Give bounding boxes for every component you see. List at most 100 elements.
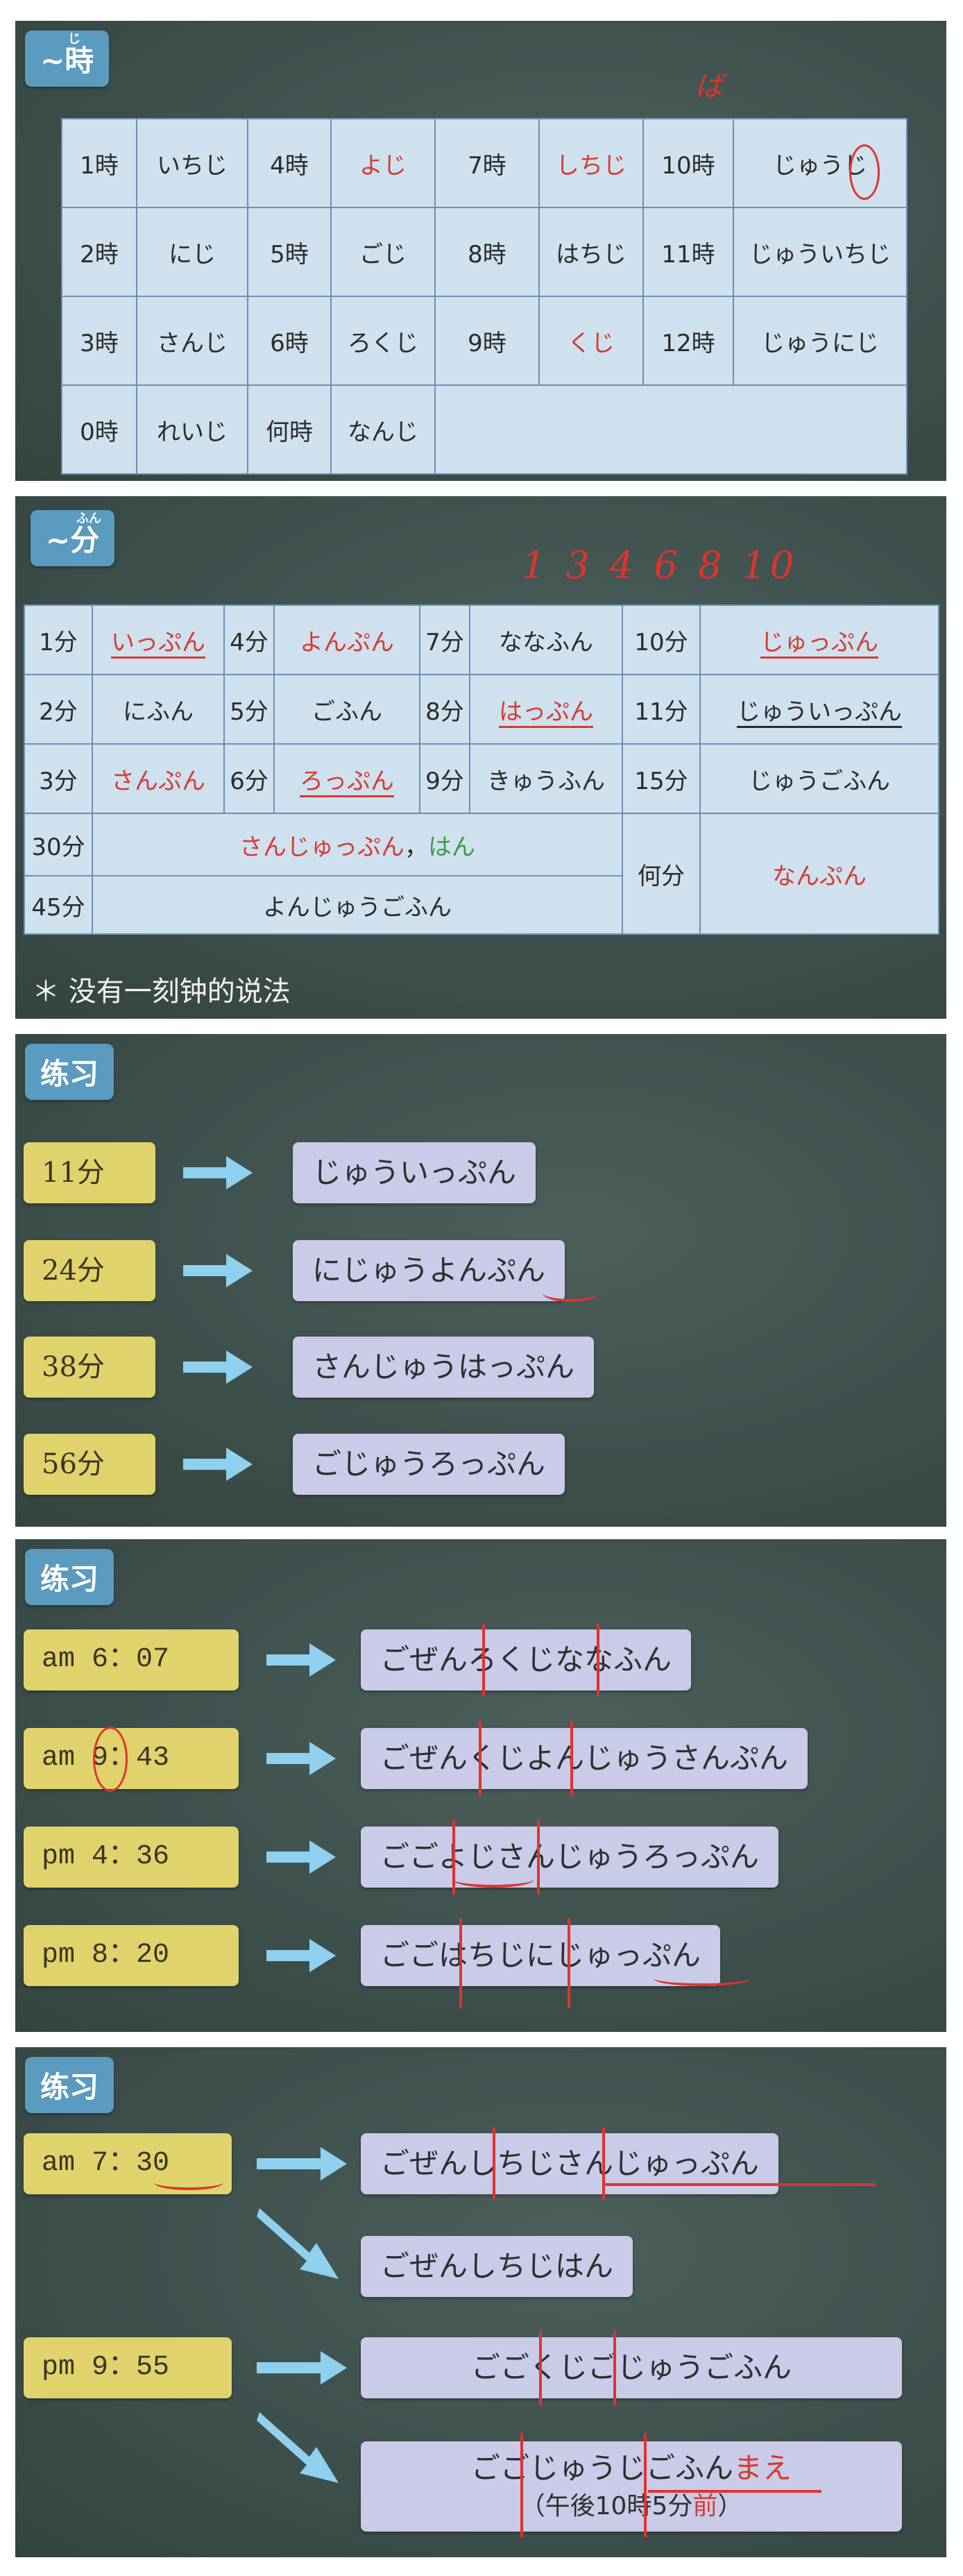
answer-box: ごぜんろくじななふん: [361, 1629, 692, 1690]
table-row: 1時 いちじ 4時 よじ 7時 しちじ 10時 じゅうじ: [61, 118, 907, 208]
handwritten-underline: [452, 1871, 534, 1888]
hour-kanji: 3時: [61, 296, 137, 386]
hours-table: 1時 いちじ 4時 よじ 7時 しちじ 10時 じゅうじ 2時 にじ 5時 ごじ…: [61, 118, 907, 475]
handwritten-underline: [648, 2490, 821, 2493]
answer-box: じゅういっぷん: [293, 1142, 536, 1203]
minutes-table: 1分 いっぷん 4分 よんぷん 7分 ななふん 10分 じゅっぷん 2分 にふん…: [24, 604, 939, 935]
handwritten-divider: [568, 1918, 570, 2008]
tag-ruby: ふん: [76, 511, 101, 526]
hour-reading: いちじ: [136, 118, 248, 208]
handwritten-underline: [605, 2183, 876, 2186]
question-chip: 11分: [24, 1142, 155, 1203]
table-row: 30分 さんじゅっぷん，はん 何分 なんぷん: [24, 813, 939, 935]
minute-reading: ろっぷん: [273, 743, 420, 814]
arrow-right-icon: [183, 1156, 253, 1189]
question-chip: 24分: [24, 1240, 155, 1301]
question-chip: pm 9：55: [24, 2337, 232, 2398]
table-row: 1分 いっぷん 4分 よんぷん 7分 ななふん 10分 じゅっぷん: [24, 604, 939, 675]
minute-kanji: 15分: [622, 743, 701, 814]
answer-box: ごじゅうろっぷん: [293, 1434, 565, 1495]
table-row: 3分 さんぷん 6分 ろっぷん 9分 きゅうふん 15分 じゅうごふん: [24, 743, 939, 814]
table-row: 0時 れいじ 何時 なんじ: [61, 384, 907, 475]
minute-kanji: 9分: [419, 743, 470, 814]
handwritten-circle: [849, 144, 880, 200]
minute-kanji: 11分: [622, 674, 701, 745]
hour-reading: じゅうにじ: [733, 296, 907, 386]
hour-kanji: 4時: [247, 118, 332, 208]
answer-box-han: ごぜんしちじはん: [361, 2236, 633, 2297]
arrow-down-right-icon: [257, 2208, 339, 2279]
table-row: 2時 にじ 5時 ごじ 8時 はちじ 11時 じゅういちじ: [61, 207, 907, 297]
minute-reading: いっぷん: [92, 604, 225, 675]
minute-kanji: 2分: [24, 674, 93, 745]
arrow-right-icon: [257, 2351, 347, 2384]
slide-practice-ampm: 练习 am 6：07 ごぜんろくじななふん am 9：43 ごぜんくじよんじゅう…: [15, 1539, 946, 2032]
hour-reading: ろくじ: [330, 296, 436, 386]
slide-tag-hours: じ ~時: [25, 31, 110, 87]
handwritten-divider: [613, 2330, 616, 2405]
hour-kanji: 7時: [434, 118, 540, 208]
hour-reading: れいじ: [136, 384, 248, 475]
handwritten-divider: [479, 1721, 482, 1796]
answer-box: にじゅうよんぷん: [293, 1240, 565, 1301]
arrow-right-icon: [183, 1448, 253, 1481]
handwritten-divider: [520, 2433, 523, 2537]
minute-reading: じゅうごふん: [699, 743, 939, 814]
handwritten-divider: [482, 1624, 485, 1696]
handwritten-divider: [602, 2128, 605, 2200]
arrow-right-icon: [266, 1643, 336, 1677]
slide-hours: じ ~時 ば 1時 いちじ 4時 よじ 7時 しちじ 10時 じゅうじ 2時 に…: [15, 21, 946, 481]
hour-reading: さんじ: [136, 296, 248, 386]
handwritten-divider: [539, 2330, 542, 2405]
hour-kanji: 何時: [247, 384, 332, 475]
hour-reading: にじ: [136, 207, 248, 297]
minute-reading: じゅういっぷん: [699, 674, 939, 745]
question-chip: pm 8：20: [24, 1925, 239, 1986]
minute-reading-45: よんじゅうごふん: [92, 875, 623, 935]
answer-box: ごごよじさんじゅうろっぷん: [361, 1827, 779, 1888]
hour-kanji: 8時: [434, 207, 540, 297]
handwritten-divider: [644, 2433, 647, 2537]
minute-reading: さんぷん: [92, 743, 225, 814]
nanpun-kanji: 何分: [622, 813, 701, 935]
hour-reading: じゅうじ: [733, 118, 907, 208]
minute-kanji: 8分: [419, 674, 470, 745]
minute-kanji: 1分: [24, 604, 93, 675]
minute-reading: はっぷん: [469, 674, 623, 745]
handwritten-divider: [597, 1624, 599, 1696]
handwritten-divider: [570, 1721, 573, 1796]
slide-tag-practice: 练习: [25, 1044, 114, 1100]
question-chip: am 6：07: [24, 1629, 239, 1690]
hour-kanji: 6時: [247, 296, 332, 386]
answer-box-mae: ごごじゅうじごふんまえ （午後10時5分前）: [361, 2441, 902, 2532]
hour-kanji: 5時: [247, 207, 332, 297]
slide-tag-practice: 练习: [25, 1549, 114, 1605]
minute-kanji: 45分: [24, 875, 93, 935]
minute-kanji: 5分: [223, 674, 275, 745]
handwritten-mark: ば: [695, 71, 723, 103]
question-chip: 56分: [24, 1434, 155, 1495]
slide-practice-han-mae: 练习 am 7：30 ごぜんしちじさんじゅっぷん ごぜんしちじはん pm 9：5…: [15, 2047, 946, 2557]
arrow-down-right-icon: [257, 2412, 339, 2483]
hour-reading: しちじ: [538, 118, 644, 208]
handwritten-divider: [493, 2128, 495, 2200]
slide-note: ＊ 没有一刻钟的说法: [32, 976, 291, 1008]
slide-tag-practice: 练习: [25, 2057, 114, 2113]
question-chip: pm 4：36: [24, 1827, 239, 1888]
arrow-right-icon: [183, 1350, 253, 1384]
tag-label: ~時: [40, 44, 94, 78]
arrow-right-icon: [266, 1840, 336, 1874]
answer-box: さんじゅうはっぷん: [293, 1337, 595, 1398]
hour-kanji: 9時: [434, 296, 540, 386]
minute-reading: じゅっぷん: [699, 604, 939, 675]
arrow-right-icon: [257, 2147, 347, 2180]
empty-cell: [434, 384, 907, 475]
handwritten-divider: [537, 1820, 540, 1895]
hour-kanji: 2時: [61, 207, 137, 297]
minute-kanji: 7分: [419, 604, 470, 675]
handwritten-underline: [543, 1284, 598, 1302]
handwritten-numbers: 1 3 4 6 8 10: [522, 543, 799, 587]
hour-reading: なんじ: [330, 384, 436, 475]
answer-box: ごぜんくじよんじゅうさんぷん: [361, 1728, 808, 1789]
hour-reading: はちじ: [538, 207, 644, 297]
